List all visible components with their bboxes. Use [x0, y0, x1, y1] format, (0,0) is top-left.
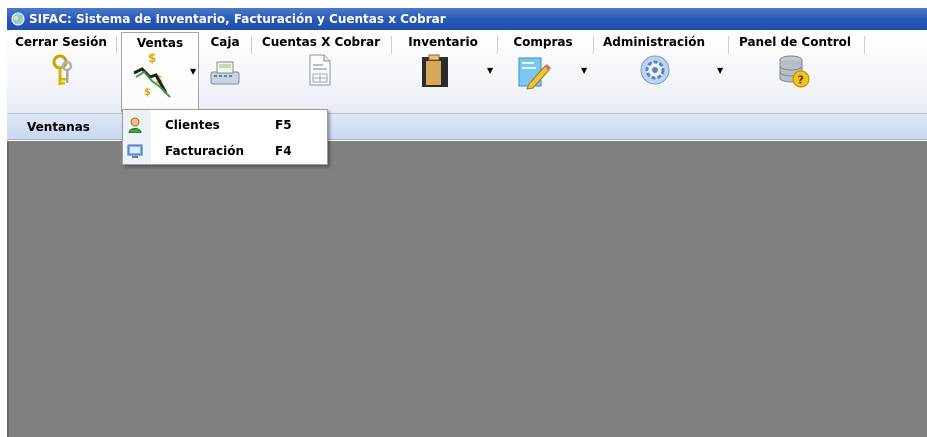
- chevron-down-icon[interactable]: ▼: [190, 67, 196, 76]
- cuentas-x-cobrar-button[interactable]: Cuentas X Cobrar: [255, 32, 387, 110]
- title-bar: SIFAC: Sistema de Inventario, Facturació…: [7, 8, 927, 30]
- toolbar-separator: [497, 36, 498, 54]
- toolbar-separator: [728, 36, 729, 54]
- ventas-dropdown-menu: Clientes F5 Facturación F4: [122, 109, 328, 165]
- cash-register-icon: [210, 61, 240, 85]
- billing-monitor-icon: [127, 144, 143, 158]
- toolbar-separator: [116, 36, 117, 54]
- toolbar-separator: [593, 36, 594, 54]
- sales-trend-icon: $ $ $: [133, 53, 171, 98]
- menu-item-shortcut: F5: [275, 118, 292, 132]
- caja-button[interactable]: Caja: [203, 32, 247, 110]
- inventario-label: Inventario: [408, 35, 478, 49]
- cuentas-x-cobrar-label: Cuentas X Cobrar: [261, 35, 381, 49]
- mdi-workspace: [7, 141, 927, 437]
- svg-text:$: $: [144, 87, 151, 98]
- menu-item-shortcut: F4: [275, 144, 292, 158]
- menu-item-label: Facturación: [165, 144, 245, 158]
- chevron-down-icon[interactable]: ▼: [581, 66, 587, 75]
- client-user-icon: [128, 117, 142, 133]
- toolbar-separator: [864, 36, 865, 54]
- compras-label: Compras: [513, 35, 573, 49]
- ventas-button[interactable]: Ventas $ $ $ ▼: [121, 32, 199, 112]
- chevron-down-icon[interactable]: ▼: [487, 66, 493, 75]
- clipboard-icon: [422, 54, 448, 87]
- ventanas-menu[interactable]: Ventanas: [27, 120, 90, 134]
- app-logo-icon: [11, 12, 25, 26]
- main-toolbar: Cerrar Sesión Ventas $ $ $ ▼ Caja Cuenta…: [7, 30, 927, 114]
- chevron-down-icon[interactable]: ▼: [717, 66, 723, 75]
- database-help-icon: ?: [779, 55, 810, 88]
- compras-button[interactable]: Compras ▼: [501, 32, 587, 110]
- menu-item-facturacion[interactable]: Facturación F4: [123, 139, 327, 163]
- administracion-button[interactable]: Administración ▼: [595, 32, 723, 110]
- toolbar-separator: [391, 36, 392, 54]
- cerrar-sesion-button[interactable]: Cerrar Sesión: [7, 32, 115, 110]
- menu-item-clientes[interactable]: Clientes F5: [123, 113, 327, 137]
- keys-icon: [52, 54, 73, 85]
- inventario-button[interactable]: Inventario ▼: [395, 32, 493, 110]
- window-title: SIFAC: Sistema de Inventario, Facturació…: [29, 12, 446, 26]
- svg-text:?: ?: [798, 74, 804, 87]
- menu-item-label: Clientes: [165, 118, 220, 132]
- panel-de-control-label: Panel de Control: [738, 35, 852, 49]
- edit-document-icon: [518, 57, 551, 90]
- toolbar-separator: [251, 36, 252, 54]
- svg-text:$: $: [148, 53, 156, 65]
- gear-icon: [640, 55, 670, 85]
- caja-label: Caja: [210, 35, 240, 49]
- administracion-label: Administración: [602, 35, 706, 49]
- ventas-label: Ventas: [136, 36, 184, 50]
- panel-de-control-button[interactable]: Panel de Control ?: [732, 32, 858, 110]
- invoice-document-icon: [309, 54, 331, 86]
- cerrar-sesion-label: Cerrar Sesión: [15, 35, 107, 49]
